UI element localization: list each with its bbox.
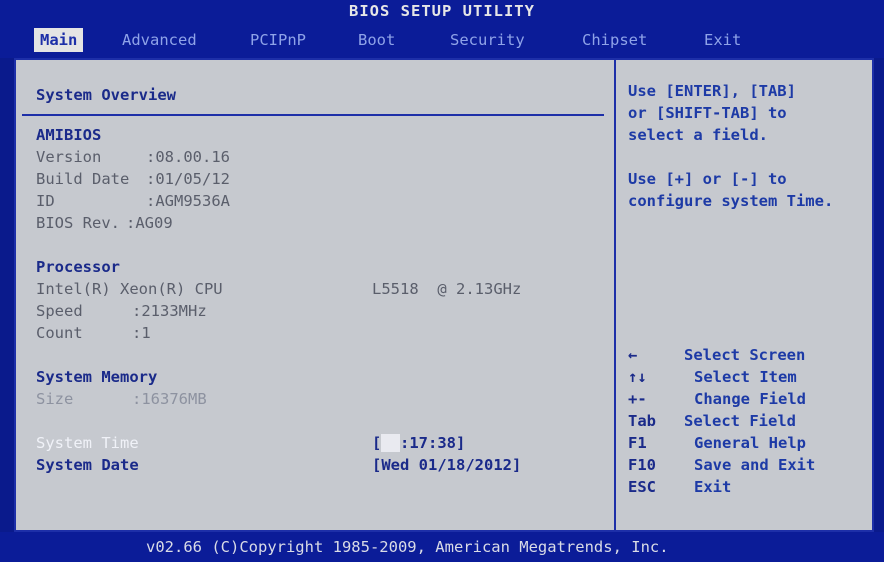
heading-divider [22, 114, 604, 116]
up-down-arrow-icon: ↑↓ [628, 368, 647, 386]
system-time-label[interactable]: System Time [36, 434, 139, 452]
menu-bar: Main Advanced PCIPnP Boot Security Chips… [0, 22, 884, 58]
amibios-heading: AMIBIOS [36, 126, 102, 144]
key-desc-select-screen: Select Screen [684, 346, 806, 364]
id-label: ID [36, 192, 55, 210]
system-time-field[interactable]: [08:17:38] [372, 434, 465, 452]
system-date-label[interactable]: System Date [36, 456, 139, 474]
key-desc-select-item: Select Item [694, 368, 797, 386]
tab-key: Tab [628, 412, 656, 430]
processor-model: L5518 @ 2.13GHz [372, 280, 522, 298]
build-date-label: Build Date [36, 170, 130, 188]
key-desc-change-field: Change Field [694, 390, 806, 408]
settings-pane: System Overview AMIBIOS Version :08.00.1… [16, 60, 612, 530]
left-arrow-icon: ← [628, 346, 638, 364]
main-panel: System Overview AMIBIOS Version :08.00.1… [14, 58, 874, 532]
pane-divider [614, 60, 616, 530]
window-title: BIOS SETUP UTILITY [0, 0, 884, 22]
tab-advanced[interactable]: Advanced [116, 28, 203, 52]
bios-rev-value: :AG09 [126, 214, 173, 232]
help-line-3: select a field. [628, 126, 768, 144]
build-date-value: :01/05/12 [146, 170, 230, 188]
version-value: :08.00.16 [146, 148, 230, 166]
tab-security[interactable]: Security [444, 28, 531, 52]
key-desc-select-field: Select Field [684, 412, 796, 430]
page-title: System Overview [36, 86, 176, 104]
key-desc-general-help: General Help [694, 434, 806, 452]
esc-key: ESC [628, 478, 656, 496]
tab-boot[interactable]: Boot [352, 28, 401, 52]
speed-value: :2133MHz [132, 302, 207, 320]
help-line-1: Use [ENTER], [TAB] [628, 82, 796, 100]
system-time-open: [ [372, 434, 382, 452]
processor-heading: Processor [36, 258, 120, 276]
f1-key: F1 [628, 434, 647, 452]
f10-key: F10 [628, 456, 656, 474]
tab-exit[interactable]: Exit [698, 28, 747, 52]
processor-name: Intel(R) Xeon(R) CPU [36, 280, 223, 298]
key-desc-exit: Exit [694, 478, 732, 496]
system-date-value[interactable]: [Wed 01/18/2012] [372, 456, 521, 474]
tab-chipset[interactable]: Chipset [576, 28, 653, 52]
system-time-hour[interactable]: 08 [381, 434, 401, 452]
bios-rev-label: BIOS Rev. [36, 214, 120, 232]
count-value: :1 [132, 324, 151, 342]
copyright-text: v02.66 (C)Copyright 1985-2009, American … [146, 538, 669, 556]
help-line-5: configure system Time. [628, 192, 834, 210]
memory-size-value: :16376MB [132, 390, 207, 408]
memory-size-label: Size [36, 390, 74, 408]
footer-bar: v02.66 (C)Copyright 1985-2009, American … [0, 532, 884, 562]
id-value: :AGM9536A [146, 192, 230, 210]
help-line-4: Use [+] or [-] to [628, 170, 787, 188]
help-line-2: or [SHIFT-TAB] to [628, 104, 787, 122]
help-pane: Use [ENTER], [TAB] or [SHIFT-TAB] to sel… [618, 60, 870, 530]
count-label: Count [36, 324, 83, 342]
memory-heading: System Memory [36, 368, 158, 386]
key-desc-save-exit: Save and Exit [694, 456, 816, 474]
system-time-rest: :17:38] [400, 434, 466, 452]
speed-label: Speed [36, 302, 83, 320]
tab-pcipnp[interactable]: PCIPnP [244, 28, 312, 52]
version-label: Version [36, 148, 102, 166]
plus-minus-key: +- [628, 390, 647, 408]
tab-main[interactable]: Main [34, 28, 84, 52]
